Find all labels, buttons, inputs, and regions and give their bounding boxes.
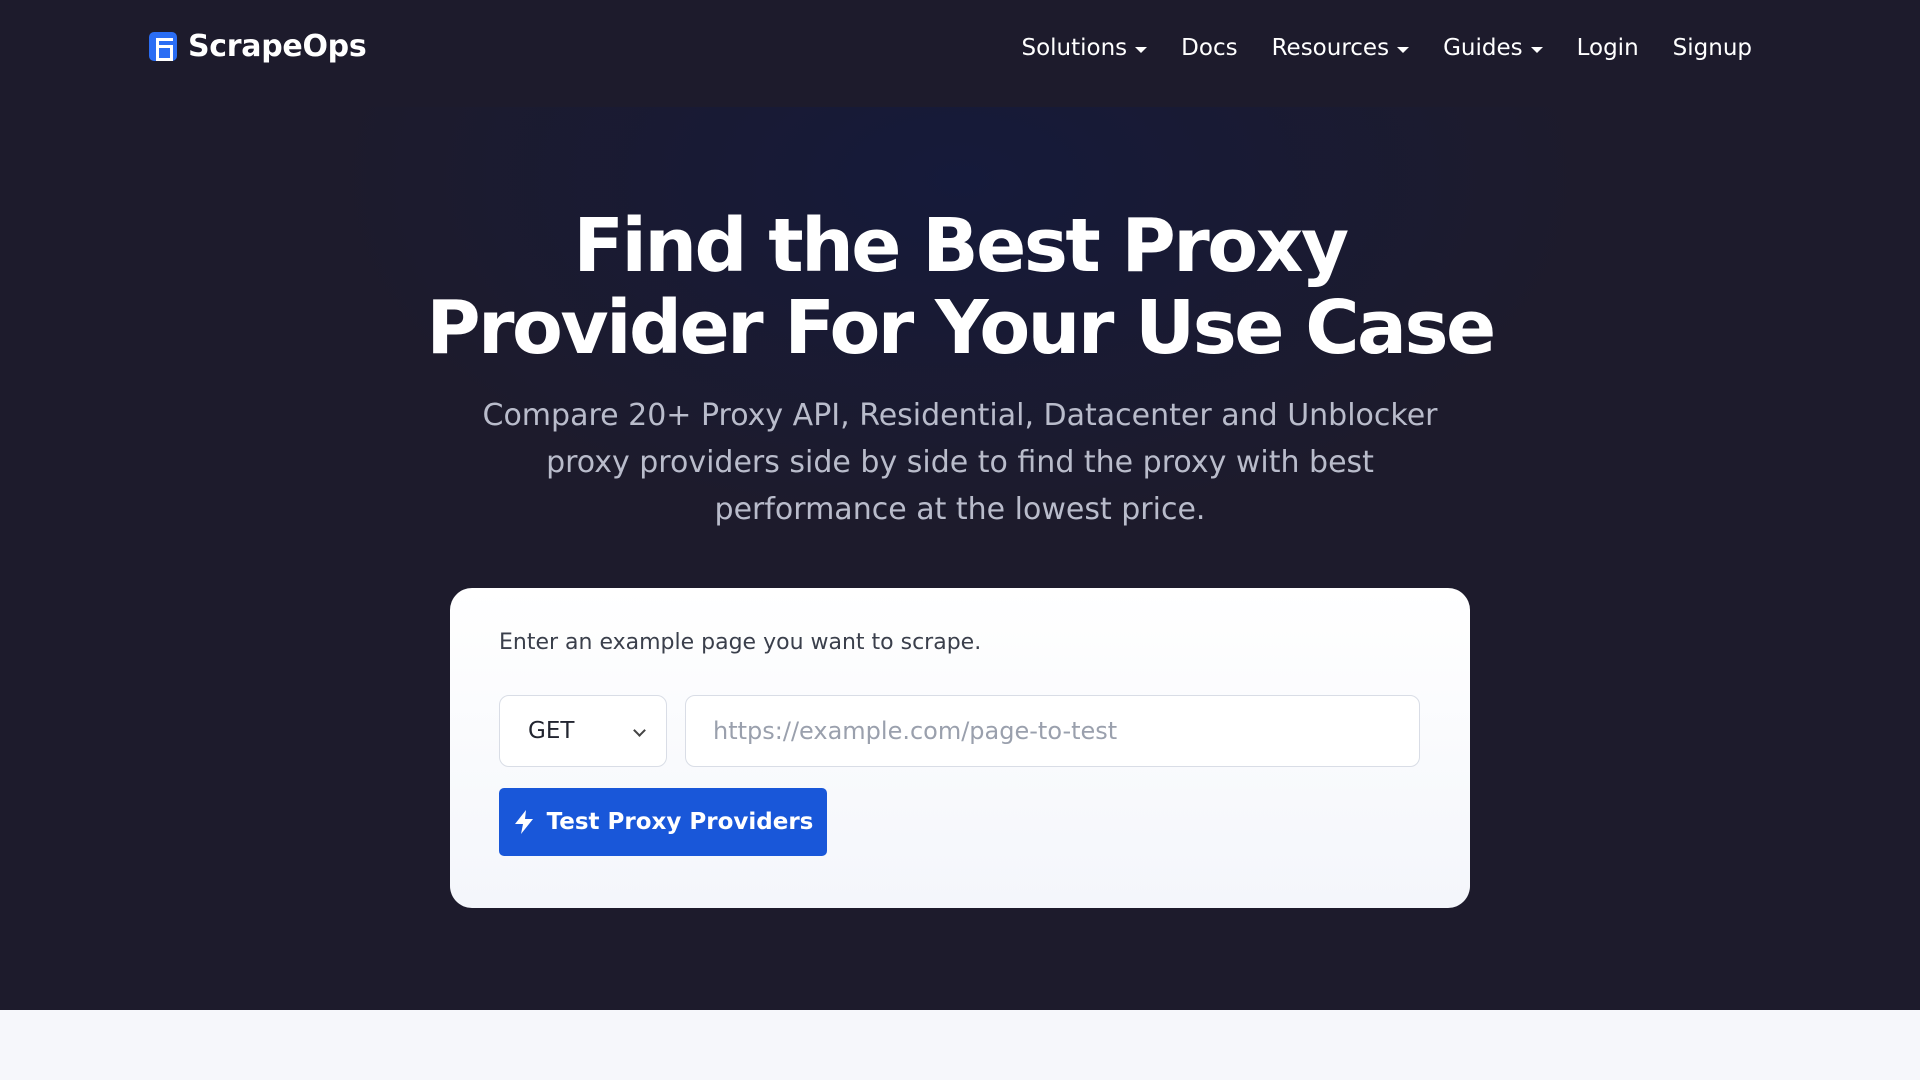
page-content-start [0, 1010, 1920, 1080]
hero-title: Find the Best Proxy Provider For Your Us… [360, 205, 1560, 369]
hero-subtitle: Compare 20+ Proxy API, Residential, Data… [460, 392, 1460, 533]
top-navbar: ScrapeOps Solutions Docs Resources Guide… [0, 0, 1920, 107]
test-proxy-providers-button[interactable]: Test Proxy Providers [499, 788, 827, 856]
nav-item-label: Solutions [1021, 35, 1128, 61]
nav-item-login[interactable]: Login [1577, 35, 1639, 61]
main-nav: Solutions Docs Resources Guides Login Si… [1021, 0, 1752, 96]
nav-item-docs[interactable]: Docs [1181, 35, 1237, 61]
scrapeops-logo-icon [149, 32, 177, 61]
hero-subtitle-line-1: Compare 20+ Proxy API, Residential, Data… [482, 398, 1438, 433]
nav-item-label: Docs [1181, 35, 1238, 61]
caret-down-icon [1135, 46, 1148, 53]
hero-subtitle-line-2: proxy providers side by side to find the… [546, 445, 1374, 480]
url-input[interactable] [685, 695, 1420, 767]
hero-section: Find the Best Proxy Provider For Your Us… [0, 107, 1920, 1010]
brand-name: ScrapeOps [188, 29, 367, 64]
nav-item-guides[interactable]: Guides [1443, 35, 1543, 61]
nav-item-label: Guides [1443, 35, 1523, 61]
http-method-select[interactable]: GET [499, 695, 667, 767]
nav-item-solutions[interactable]: Solutions [1021, 35, 1148, 61]
http-method-value: GET [528, 718, 575, 744]
proxy-test-form-card: Enter an example page you want to scrape… [450, 588, 1470, 908]
form-label: Enter an example page you want to scrape… [499, 630, 982, 655]
nav-item-label: Resources [1271, 35, 1390, 61]
chevron-down-icon [633, 724, 646, 737]
hero-title-line-1: Find the Best Proxy [573, 203, 1349, 289]
test-button-label: Test Proxy Providers [546, 809, 814, 835]
hero-title-line-2: Provider For Your Use Case [426, 285, 1496, 371]
bolt-icon [514, 810, 533, 834]
caret-down-icon [1530, 46, 1543, 53]
hero-subtitle-line-3: performance at the lowest price. [714, 492, 1206, 527]
caret-down-icon [1397, 46, 1410, 53]
nav-item-resources[interactable]: Resources [1271, 35, 1410, 61]
nav-item-label: Login [1576, 35, 1639, 61]
nav-item-signup[interactable]: Signup [1673, 35, 1752, 61]
nav-item-label: Signup [1672, 35, 1752, 61]
brand-link[interactable]: ScrapeOps [149, 29, 367, 64]
